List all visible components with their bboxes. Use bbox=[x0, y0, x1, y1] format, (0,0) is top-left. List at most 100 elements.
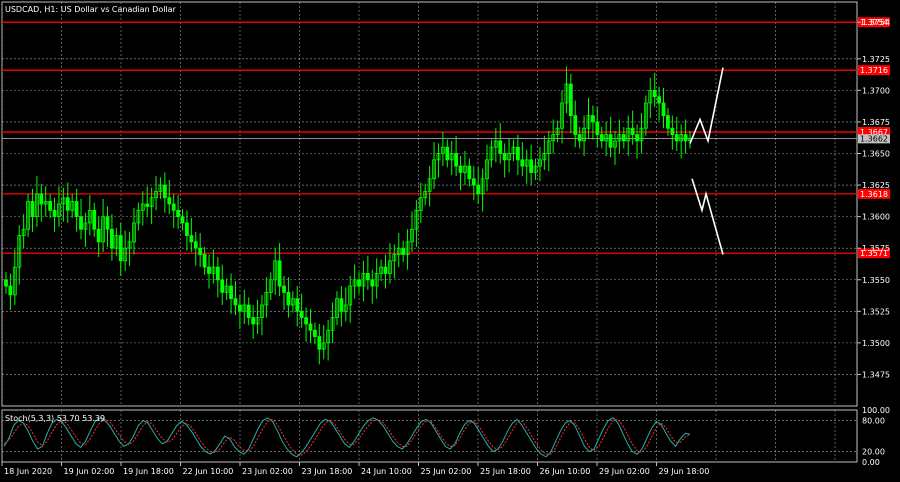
bid-tag-label: 1.3662 bbox=[860, 134, 888, 143]
time-tick-label: 25 Jun 02:00 bbox=[421, 467, 472, 476]
candle-body bbox=[92, 209, 97, 230]
candle-body bbox=[308, 323, 313, 331]
stoch-tick-label: 100.00 bbox=[862, 406, 890, 415]
candle-body bbox=[233, 298, 238, 306]
time-tick-label: 29 Jun 18:00 bbox=[659, 467, 710, 476]
candle-body bbox=[529, 159, 534, 173]
candle-body bbox=[96, 228, 101, 243]
candle-body bbox=[317, 336, 322, 350]
time-tick-label: 29 Jun 02:00 bbox=[599, 467, 650, 476]
price-tick-label: 1.3754 bbox=[862, 18, 890, 27]
candle-body bbox=[661, 102, 666, 117]
candle-body bbox=[674, 134, 679, 142]
candle-body bbox=[207, 266, 211, 274]
candle-body bbox=[313, 329, 317, 337]
candle-body bbox=[568, 83, 573, 117]
candle-body bbox=[251, 317, 256, 325]
time-tick-label: 18 Jun 2020 bbox=[4, 467, 52, 476]
candle-body bbox=[176, 209, 181, 218]
price-tick-label: 1.3675 bbox=[862, 118, 890, 127]
time-tick-label: 24 Jun 10:00 bbox=[361, 467, 412, 476]
candle-body bbox=[657, 96, 662, 104]
level-tag-label: 1.3618 bbox=[860, 190, 888, 199]
price-tick-label: 1.3600 bbox=[862, 213, 890, 222]
price-tick-label: 1.3475 bbox=[862, 370, 890, 379]
candle-body bbox=[74, 201, 79, 218]
candle-body bbox=[471, 178, 476, 186]
candle-body bbox=[162, 184, 167, 199]
candle-body bbox=[401, 247, 406, 255]
time-tick-label: 23 Jun 18:00 bbox=[302, 467, 353, 476]
candle-body bbox=[198, 247, 203, 255]
candle-body bbox=[365, 273, 370, 281]
price-tick-label: 1.3500 bbox=[862, 339, 890, 348]
candle-body bbox=[383, 266, 388, 274]
candle-body bbox=[621, 134, 626, 142]
time-tick-label: 26 Jun 10:00 bbox=[540, 467, 591, 476]
price-tick-label: 1.3625 bbox=[862, 181, 890, 190]
candle-body bbox=[180, 216, 185, 224]
candle-body bbox=[515, 146, 520, 161]
candle-body bbox=[652, 89, 657, 98]
chart-canvas[interactable]: 1.37541.37161.36671.36181.35711.3662 1.3… bbox=[0, 0, 900, 482]
time-tick-label: 23 Jun 02:00 bbox=[242, 467, 293, 476]
candle-body bbox=[666, 115, 670, 129]
candle-body bbox=[277, 260, 282, 287]
candle-body bbox=[220, 279, 225, 293]
candle-body bbox=[215, 266, 220, 281]
time-tick-label: 19 Jun 18:00 bbox=[123, 467, 174, 476]
candle-body bbox=[339, 298, 344, 312]
candle-body bbox=[577, 134, 582, 142]
price-tick-label: 1.3575 bbox=[862, 244, 890, 253]
candle-body bbox=[282, 285, 286, 293]
time-tick-label: 25 Jun 18:00 bbox=[480, 467, 531, 476]
stoch-tick-label: 0.00 bbox=[862, 458, 880, 467]
candle-body bbox=[110, 228, 114, 249]
level-tag-label: 1.3716 bbox=[860, 66, 888, 75]
candle-body bbox=[635, 134, 639, 142]
candle-body bbox=[30, 201, 35, 218]
candle-body bbox=[167, 197, 172, 205]
candle-body bbox=[193, 241, 198, 249]
candle-body bbox=[185, 222, 189, 236]
price-tick-label: 1.3700 bbox=[862, 86, 890, 95]
stoch-tick-label: 20.00 bbox=[862, 448, 885, 457]
price-tick-label: 1.3650 bbox=[862, 150, 890, 159]
candle-body bbox=[304, 317, 308, 325]
price-tick-label: 1.3725 bbox=[862, 55, 890, 64]
candle-body bbox=[295, 298, 300, 312]
candle-body bbox=[630, 127, 635, 135]
candle-body bbox=[683, 134, 688, 142]
candle-body bbox=[4, 279, 8, 287]
candle-body bbox=[171, 203, 176, 211]
candle-body bbox=[299, 310, 304, 319]
candle-body bbox=[52, 209, 57, 218]
candle-body bbox=[595, 121, 600, 135]
candle-body bbox=[237, 304, 242, 312]
price-tick-label: 1.3525 bbox=[862, 307, 890, 316]
stoch-title: Stoch(5,3,3) 53.70 53.39 bbox=[5, 414, 105, 423]
time-tick-label: 22 Jun 10:00 bbox=[183, 467, 234, 476]
candle-body bbox=[458, 165, 463, 173]
candle-body bbox=[591, 115, 595, 123]
candle-body bbox=[145, 203, 150, 207]
candle-body bbox=[670, 127, 675, 135]
time-tick-label: 19 Jun 02:00 bbox=[64, 467, 115, 476]
candle-body bbox=[39, 193, 44, 205]
candle-body bbox=[286, 291, 291, 306]
stoch-tick-label: 80.00 bbox=[862, 416, 885, 425]
candle-body bbox=[189, 235, 194, 243]
candle-body bbox=[246, 304, 251, 319]
candle-body bbox=[476, 184, 481, 195]
candle-body bbox=[445, 146, 450, 161]
candle-body bbox=[573, 115, 578, 135]
candle-body bbox=[118, 235, 123, 262]
candle-body bbox=[202, 254, 207, 268]
candle-body bbox=[79, 216, 83, 230]
candle-body bbox=[467, 165, 472, 180]
candle-body bbox=[498, 140, 503, 154]
candle-body bbox=[608, 134, 613, 148]
candle-body bbox=[502, 153, 507, 161]
candle-body bbox=[599, 134, 604, 142]
candle-body bbox=[8, 285, 13, 296]
